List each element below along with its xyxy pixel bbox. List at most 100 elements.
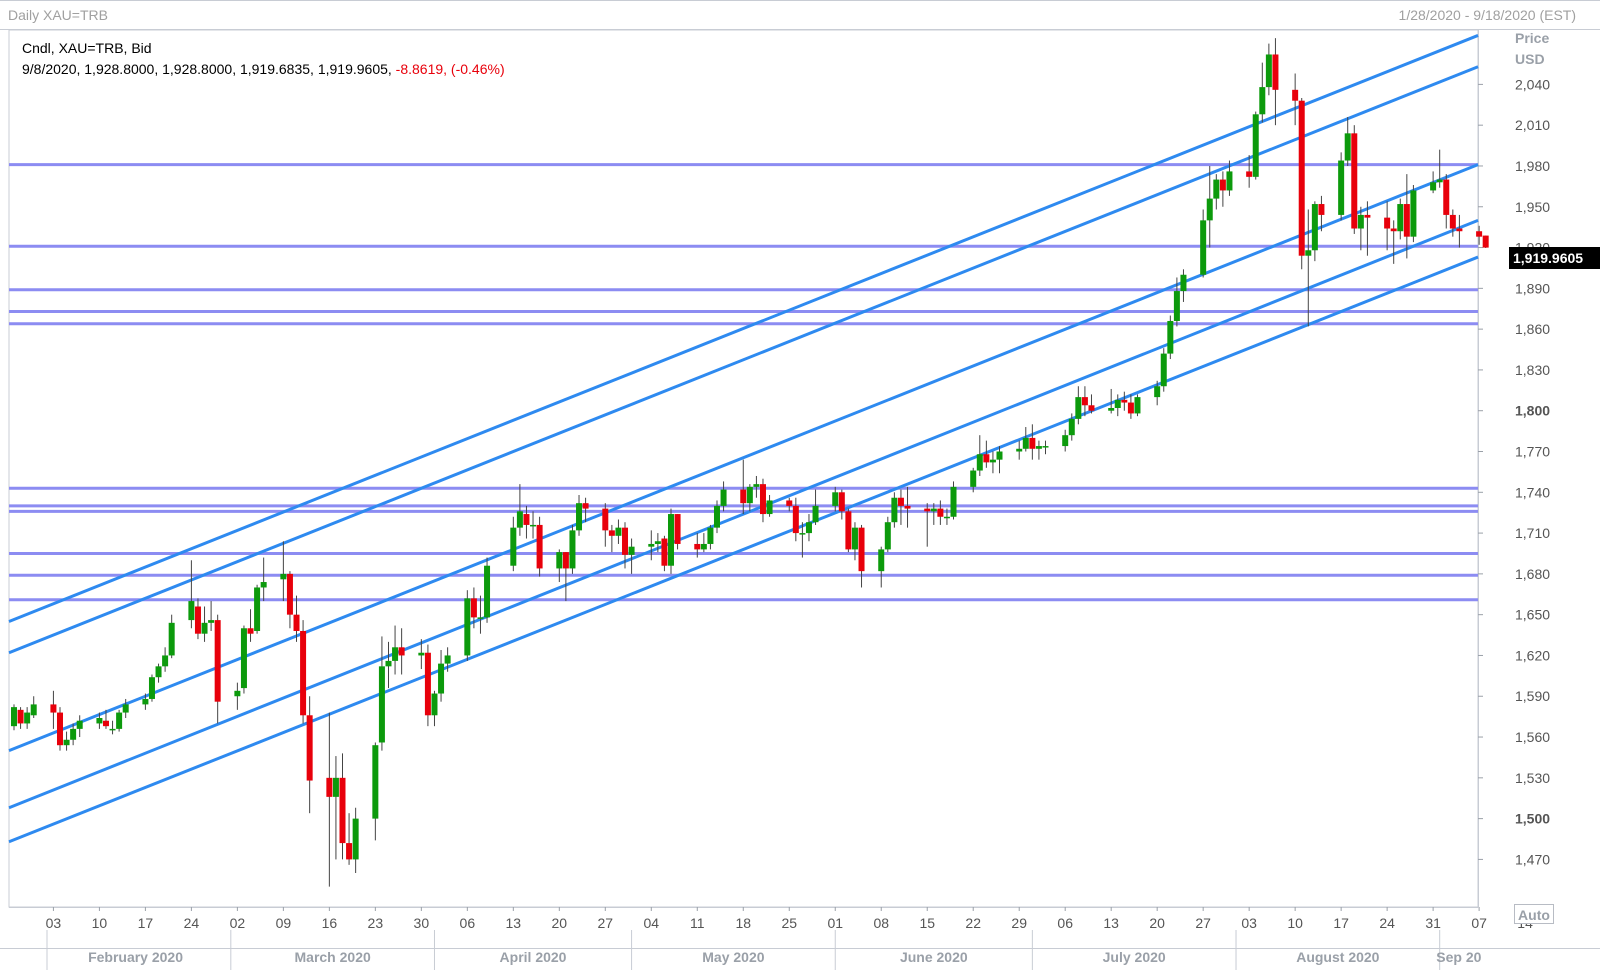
candle-down <box>470 598 477 618</box>
candle-up <box>1410 190 1417 237</box>
x-day-label: 18 <box>735 915 751 931</box>
candle-up <box>976 454 983 471</box>
candle-up <box>240 628 247 689</box>
candle-up <box>444 655 451 664</box>
candle-up <box>707 527 714 544</box>
candle-up <box>950 486 957 517</box>
candle-up <box>713 505 720 528</box>
candle-down <box>1449 214 1456 229</box>
candle-up <box>1200 220 1207 275</box>
candle-up <box>1022 437 1029 449</box>
candle-down <box>786 500 793 506</box>
y-tick-label: 1,590 <box>1515 688 1550 704</box>
candle-up <box>122 704 129 713</box>
candle-up <box>11 707 17 727</box>
candle-up <box>832 492 839 506</box>
candle-down <box>838 492 845 512</box>
x-day-label: 20 <box>1149 915 1165 931</box>
y-tick-label: 1,770 <box>1515 444 1550 460</box>
candle-up <box>1160 353 1167 387</box>
candle-down <box>937 508 944 517</box>
candle-up <box>1226 171 1233 191</box>
candle-down <box>326 777 333 797</box>
candle-up <box>615 527 622 536</box>
x-month-label: May 2020 <box>702 949 764 965</box>
candle-down <box>1364 214 1371 218</box>
candle-up <box>884 522 891 550</box>
candle-up <box>385 660 392 667</box>
legend-change: -8.8619, (-0.46%) <box>395 61 505 77</box>
candle-down <box>1482 235 1489 248</box>
candle-up <box>746 486 753 504</box>
candle-up <box>1338 160 1345 215</box>
legend-ohlc: 9/8/2020, 1,928.8000, 1,928.8000, 1,919.… <box>22 59 505 80</box>
price-chart[interactable]: Price USD 1,470 1,500 1,530 1,560 1,590 1,620 1,… <box>0 0 1600 970</box>
candle-down <box>1292 89 1299 101</box>
x-day-label: 03 <box>46 915 62 931</box>
y-tick-label: 1,950 <box>1515 199 1550 215</box>
candle-up <box>208 620 215 623</box>
candle-up <box>431 693 438 716</box>
candle-up <box>142 698 149 705</box>
candle-up <box>116 712 123 729</box>
candle-up <box>1173 291 1180 321</box>
candle-down <box>1476 231 1483 237</box>
candle-up <box>1180 274 1187 292</box>
candle-up <box>1213 179 1220 199</box>
last-price-tag: 1,919.9605 <box>1509 247 1600 269</box>
candle-down <box>214 620 221 702</box>
candle-up <box>1016 448 1023 452</box>
candle-up <box>1430 182 1437 191</box>
x-day-label: 09 <box>276 915 292 931</box>
candle-down <box>1318 204 1325 215</box>
candle-down <box>1443 179 1450 215</box>
chart-window: Daily XAU=TRB 1/28/2020 - 9/18/2020 (EST… <box>0 0 1600 970</box>
candle-up <box>989 459 996 463</box>
candle-down <box>102 720 109 727</box>
candle-down <box>424 652 431 716</box>
candle-up <box>648 543 655 547</box>
candle-down <box>582 503 589 509</box>
x-month-label: August 2020 <box>1296 949 1379 965</box>
candle-down <box>1081 397 1088 406</box>
candle-up <box>372 745 379 819</box>
candle-up <box>392 647 399 661</box>
x-day-label: 06 <box>1057 915 1073 931</box>
y-tick-label: 1,650 <box>1515 607 1550 623</box>
x-month-label: Sep 20 <box>1436 949 1481 965</box>
candle-down <box>792 505 799 534</box>
x-month-label: June 2020 <box>900 949 968 965</box>
candle-up <box>1344 133 1351 161</box>
candle-down <box>622 527 629 555</box>
y-tick-label: 1,470 <box>1515 851 1550 867</box>
auto-scale-button[interactable]: Auto <box>1514 904 1554 924</box>
candle-up <box>516 511 523 528</box>
x-day-label: 01 <box>827 915 843 931</box>
x-day-label: 20 <box>552 915 568 931</box>
candle-up <box>1075 397 1082 419</box>
x-day-label: 15 <box>919 915 935 931</box>
price-axis-header: Price <box>1515 30 1549 46</box>
candle-up <box>260 582 267 588</box>
x-day-label: 27 <box>1195 915 1211 931</box>
x-day-label: 13 <box>506 915 522 931</box>
candle-up <box>280 573 287 580</box>
x-day-label: 22 <box>965 915 981 931</box>
candle-up <box>753 484 760 487</box>
candle-down <box>983 454 990 463</box>
candle-up <box>1397 204 1404 232</box>
candle-down <box>398 647 405 656</box>
candle-down <box>694 543 701 550</box>
y-tick-label: 1,980 <box>1515 158 1550 174</box>
candle-down <box>1456 228 1463 232</box>
y-tick-label: 2,010 <box>1515 117 1550 133</box>
x-month-label: July 2020 <box>1103 949 1166 965</box>
x-day-label: 10 <box>92 915 108 931</box>
x-day-label: 25 <box>781 915 797 931</box>
candle-up <box>996 451 1003 460</box>
candle-down <box>661 538 668 566</box>
x-day-label: 06 <box>460 915 476 931</box>
currency-header: USD <box>1515 51 1545 67</box>
y-tick-label: 1,830 <box>1515 362 1550 378</box>
candle-down <box>1384 217 1391 229</box>
